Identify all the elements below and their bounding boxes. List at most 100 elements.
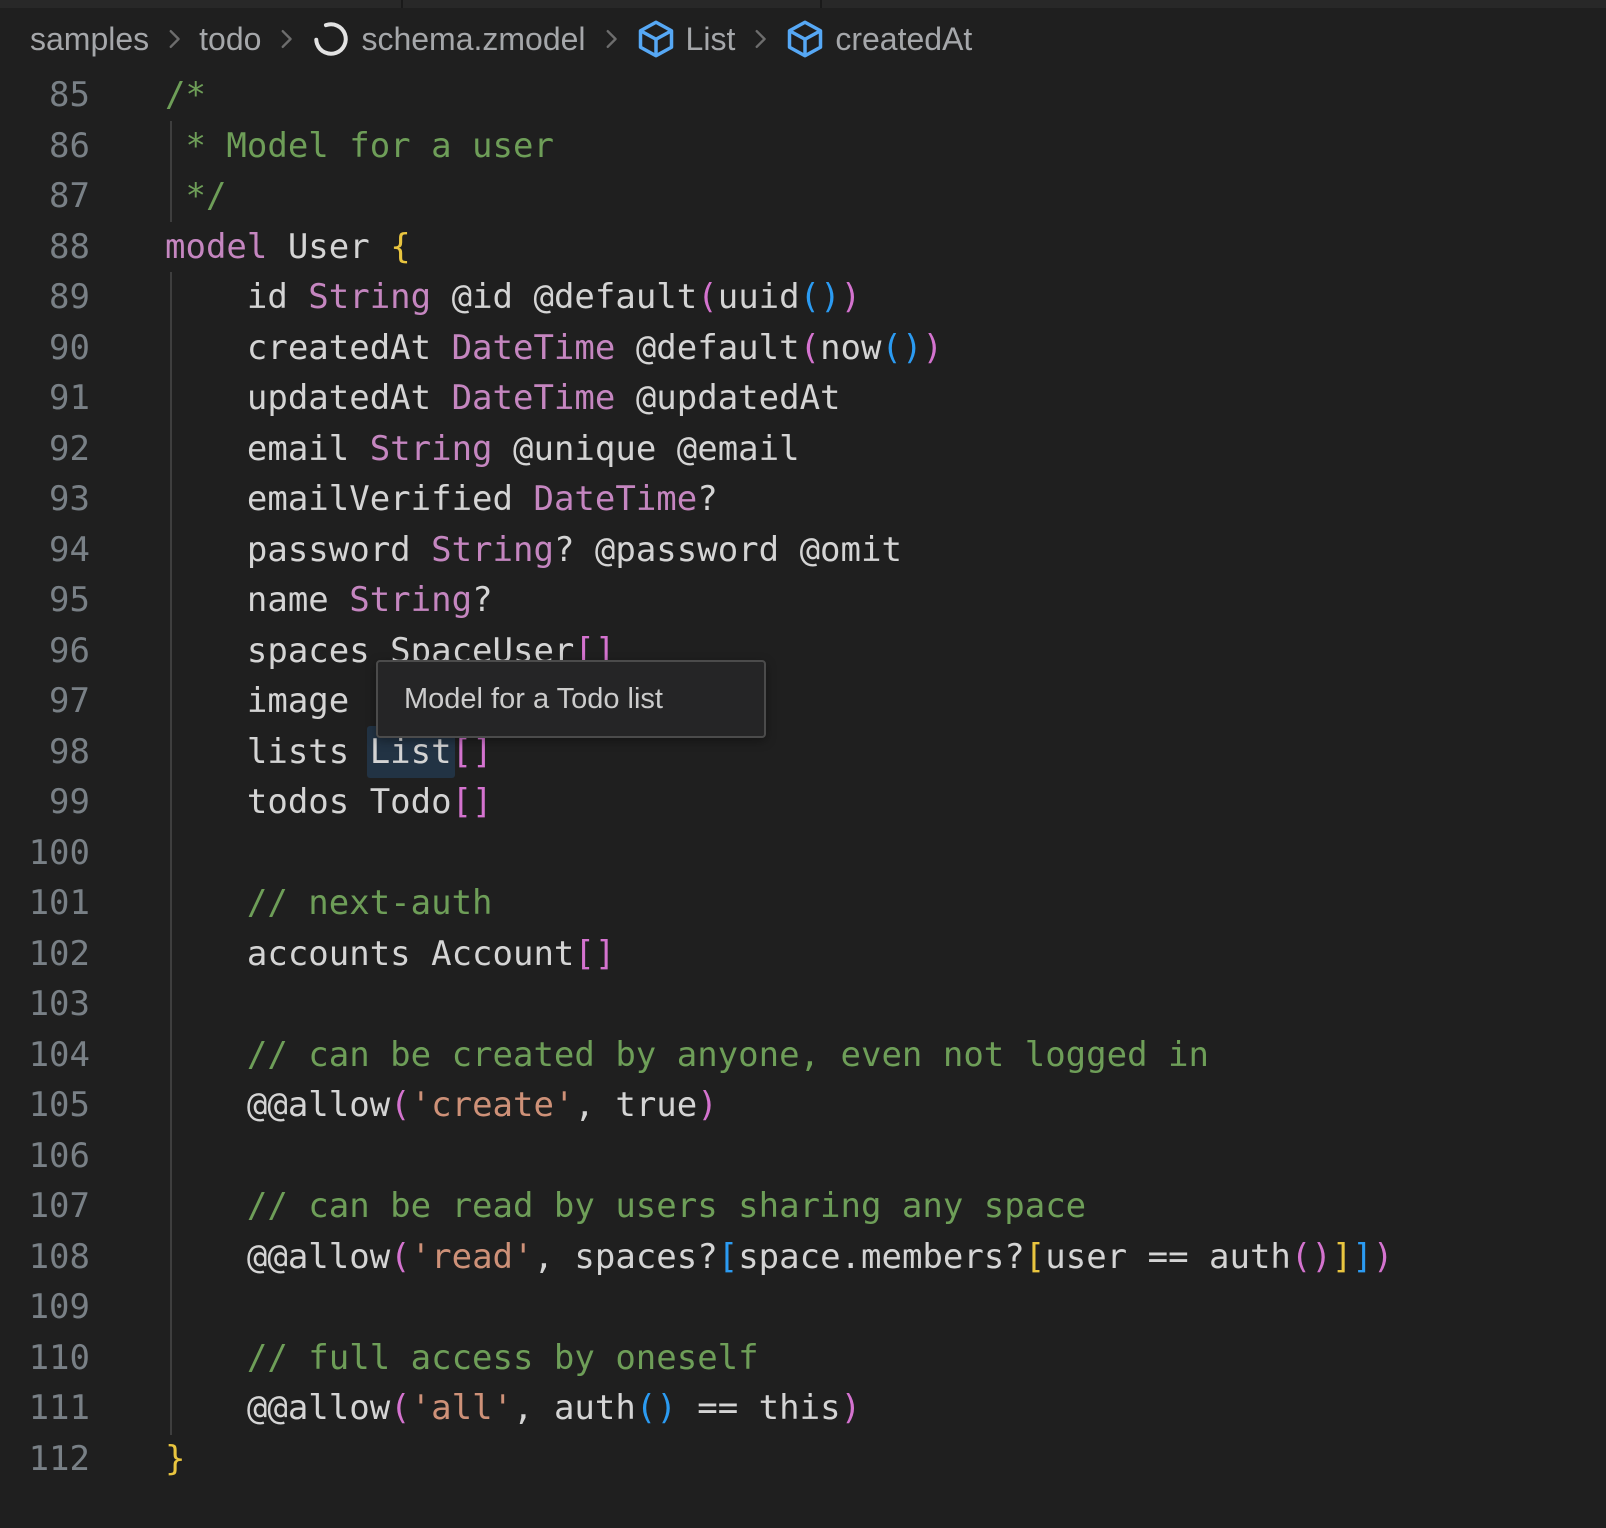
line-number[interactable]: 110 (0, 1333, 90, 1384)
code-line-content[interactable]: emailVerified DateTime? (165, 474, 718, 525)
line-number[interactable]: 98 (0, 727, 90, 778)
line-number[interactable]: 105 (0, 1080, 90, 1131)
line-number[interactable]: 92 (0, 424, 90, 475)
code-line[interactable]: 109 (0, 1282, 1606, 1333)
code-line[interactable]: 98 lists List[] (0, 727, 1606, 778)
code-line[interactable]: 86 * Model for a user (0, 121, 1606, 172)
code-line[interactable]: 110 // full access by oneself (0, 1333, 1606, 1384)
breadcrumb-item-createdat[interactable]: createdAt (785, 19, 972, 59)
code-line-content[interactable]: createdAt DateTime @default(now()) (165, 323, 943, 374)
code-line-content[interactable]: @@allow('create', true) (165, 1080, 718, 1131)
tab-separator (401, 0, 403, 8)
code-line-content[interactable]: // can be created by anyone, even not lo… (165, 1030, 1209, 1081)
code-line-content[interactable]: // full access by oneself (165, 1333, 759, 1384)
code-line-content[interactable]: model User { (165, 222, 411, 273)
code-line[interactable]: 88 model User { (0, 222, 1606, 273)
line-number[interactable]: 106 (0, 1131, 90, 1182)
code-line[interactable]: 103 (0, 979, 1606, 1030)
code-line-content[interactable]: email String @unique @email (165, 424, 800, 475)
code-token: ? (472, 580, 492, 620)
code-line[interactable]: 89 id String @id @default(uuid()) (0, 272, 1606, 323)
line-number[interactable]: 86 (0, 121, 90, 172)
breadcrumb-item-label: schema.zmodel (361, 21, 585, 58)
code-line-content[interactable]: // next-auth (165, 878, 493, 929)
line-number[interactable]: 85 (0, 70, 90, 121)
code-line-content[interactable]: accounts Account[] (165, 929, 615, 980)
code-line-content[interactable]: */ (165, 171, 226, 222)
code-token: } (165, 1439, 185, 1479)
code-editor[interactable]: 85/*86 * Model for a user87 */88model Us… (0, 70, 1606, 1484)
code-token: @id @default (431, 277, 697, 317)
code-line-content[interactable]: // can be read by users sharing any spac… (165, 1181, 1086, 1232)
line-number[interactable]: 107 (0, 1181, 90, 1232)
code-line-content[interactable]: id String @id @default(uuid()) (165, 272, 861, 323)
code-line[interactable]: 101 // next-auth (0, 878, 1606, 929)
breadcrumb-item-label: createdAt (835, 21, 972, 58)
code-line[interactable]: 108 @@allow('read', spaces?[space.member… (0, 1232, 1606, 1283)
line-number[interactable]: 95 (0, 575, 90, 626)
code-line-content[interactable]: * Model for a user (165, 121, 554, 172)
code-token: ) (1311, 1237, 1331, 1277)
code-line-content[interactable]: @@allow('all', auth() == this) (165, 1383, 861, 1434)
code-line[interactable]: 100 (0, 828, 1606, 879)
code-line-content[interactable]: } (165, 1434, 185, 1485)
code-line[interactable]: 92 email String @unique @email (0, 424, 1606, 475)
code-line-content[interactable]: updatedAt DateTime @updatedAt (165, 373, 841, 424)
code-token: image (165, 681, 349, 721)
line-number[interactable]: 97 (0, 676, 90, 727)
code-line[interactable]: 111 @@allow('all', auth() == this) (0, 1383, 1606, 1434)
code-line[interactable]: 91 updatedAt DateTime @updatedAt (0, 373, 1606, 424)
line-number[interactable]: 91 (0, 373, 90, 424)
breadcrumb-item-samples[interactable]: samples (30, 21, 149, 58)
breadcrumb-item-schema-zmodel[interactable]: schema.zmodel (311, 19, 585, 59)
code-line[interactable]: 106 (0, 1131, 1606, 1182)
line-number[interactable]: 112 (0, 1434, 90, 1485)
code-token: // can be read by users sharing any spac… (165, 1186, 1086, 1226)
line-number[interactable]: 108 (0, 1232, 90, 1283)
code-line-content[interactable]: image (165, 676, 349, 727)
code-line[interactable]: 93 emailVerified DateTime? (0, 474, 1606, 525)
code-line[interactable]: 90 createdAt DateTime @default(now()) (0, 323, 1606, 374)
code-token: ( (800, 328, 820, 368)
chevron-right-icon (273, 26, 299, 52)
line-number[interactable]: 102 (0, 929, 90, 980)
code-line-content[interactable]: /* (165, 70, 206, 121)
code-line[interactable]: 85 /* (0, 70, 1606, 121)
breadcrumb-item-todo[interactable]: todo (199, 21, 261, 58)
code-token: 'read' (411, 1237, 534, 1277)
indent-guide (170, 121, 172, 222)
code-line[interactable]: 99 todos Todo[] (0, 777, 1606, 828)
code-line-content[interactable]: name String? (165, 575, 493, 626)
line-number[interactable]: 96 (0, 626, 90, 677)
code-token: , true (574, 1085, 697, 1125)
code-line[interactable]: 112} (0, 1434, 1606, 1485)
code-line[interactable]: 87 */ (0, 171, 1606, 222)
line-number[interactable]: 88 (0, 222, 90, 273)
code-line[interactable]: 107 // can be read by users sharing any … (0, 1181, 1606, 1232)
code-line-content[interactable]: todos Todo[] (165, 777, 493, 828)
line-number[interactable]: 100 (0, 828, 90, 879)
line-number[interactable]: 109 (0, 1282, 90, 1333)
line-number[interactable]: 104 (0, 1030, 90, 1081)
line-number[interactable]: 103 (0, 979, 90, 1030)
line-number[interactable]: 111 (0, 1383, 90, 1434)
code-line[interactable]: 104 // can be created by anyone, even no… (0, 1030, 1606, 1081)
code-line[interactable]: 97 image (0, 676, 1606, 727)
line-number[interactable]: 93 (0, 474, 90, 525)
code-line[interactable]: 94 password String? @password @omit (0, 525, 1606, 576)
line-number[interactable]: 94 (0, 525, 90, 576)
breadcrumb-item-list[interactable]: List (636, 19, 736, 59)
code-line[interactable]: 95 name String? (0, 575, 1606, 626)
code-token: createdAt (165, 328, 452, 368)
line-number[interactable]: 87 (0, 171, 90, 222)
line-number[interactable]: 90 (0, 323, 90, 374)
code-line-content[interactable]: @@allow('read', spaces?[space.members?[u… (165, 1232, 1393, 1283)
code-line[interactable]: 105 @@allow('create', true) (0, 1080, 1606, 1131)
code-token: ( (390, 1388, 410, 1428)
code-line[interactable]: 102 accounts Account[] (0, 929, 1606, 980)
line-number[interactable]: 89 (0, 272, 90, 323)
line-number[interactable]: 101 (0, 878, 90, 929)
line-number[interactable]: 99 (0, 777, 90, 828)
code-line[interactable]: 96 spaces SpaceUser[] (0, 626, 1606, 677)
code-line-content[interactable]: password String? @password @omit (165, 525, 902, 576)
